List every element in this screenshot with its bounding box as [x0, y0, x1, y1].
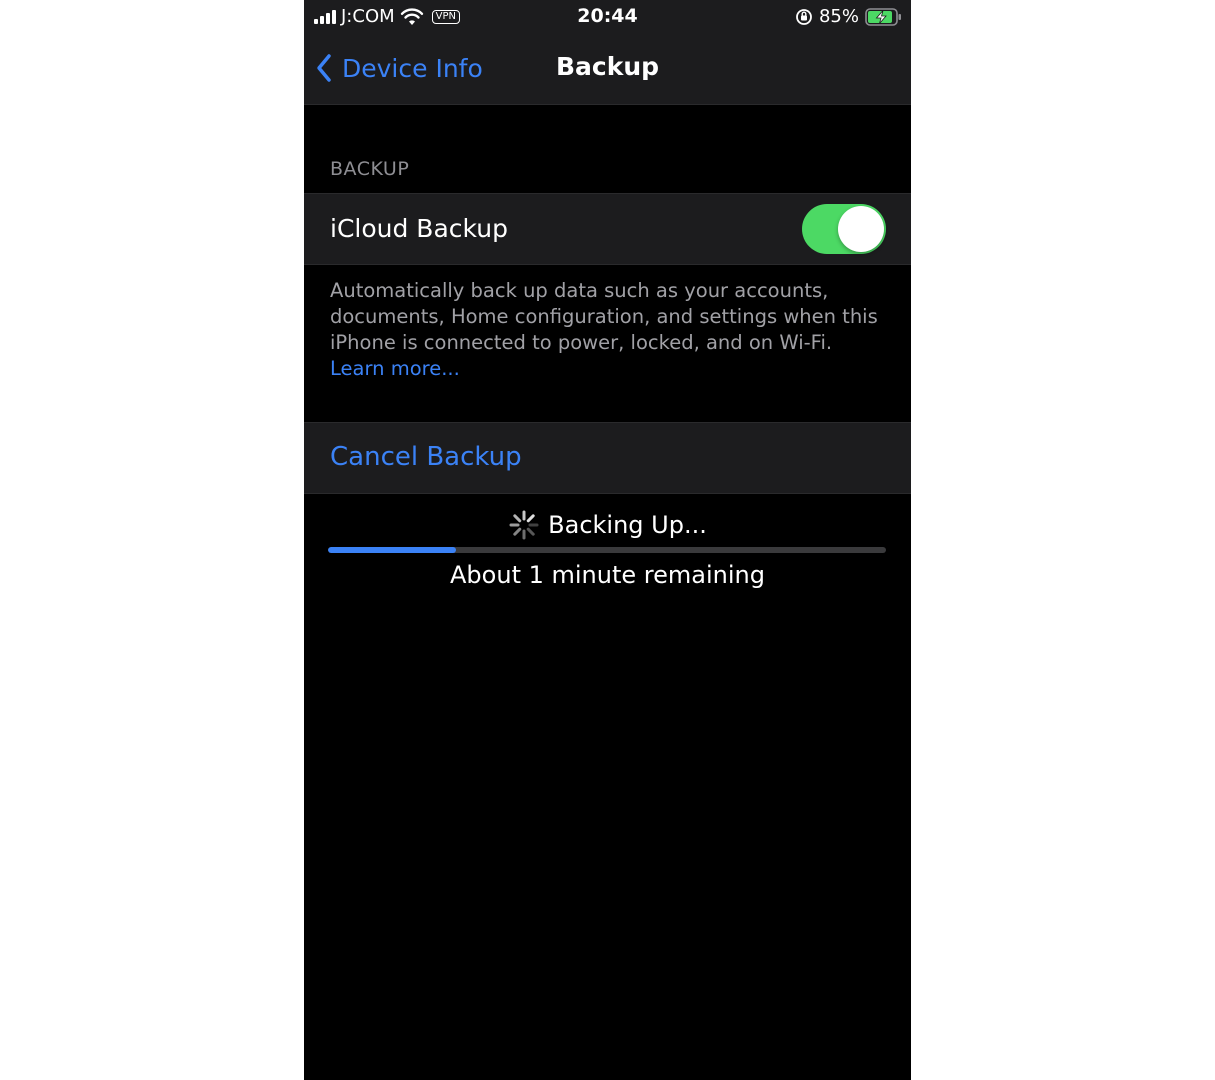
toggle-knob — [838, 206, 884, 252]
navigation-bar: Device Info Backup — [304, 34, 911, 105]
section-header-backup: BACKUP — [330, 158, 410, 180]
progress-fill — [328, 547, 457, 553]
learn-more-link[interactable]: Learn more... — [330, 356, 460, 382]
battery-charging-icon — [865, 7, 901, 26]
orientation-lock-icon — [796, 8, 812, 25]
cancel-backup-button[interactable]: Cancel Backup — [304, 422, 911, 494]
icloud-backup-toggle[interactable] — [802, 204, 886, 254]
phone-screen: J:COM VPN 20:44 85% Device Info Backup B… — [304, 0, 911, 1080]
status-bar: J:COM VPN 20:44 85% — [304, 0, 911, 34]
backing-up-status: Backing Up... — [304, 505, 911, 545]
status-right: 85% — [795, 6, 903, 27]
time-remaining: About 1 minute remaining — [450, 561, 765, 589]
cancel-backup-label: Cancel Backup — [330, 442, 522, 472]
backup-progress: Backing Up... About 1 minute remaining — [304, 505, 911, 589]
activity-spinner-icon — [509, 510, 539, 540]
backing-up-label: Backing Up... — [548, 511, 707, 539]
icloud-backup-row: iCloud Backup — [304, 193, 911, 265]
icloud-backup-label: iCloud Backup — [330, 214, 508, 243]
page-title: Backup — [555, 52, 660, 81]
backup-footer: Automatically back up data such as your … — [330, 278, 890, 382]
battery-percentage: 85% — [818, 6, 859, 27]
backup-description: Automatically back up data such as your … — [330, 279, 878, 354]
progress-bar — [328, 547, 886, 553]
